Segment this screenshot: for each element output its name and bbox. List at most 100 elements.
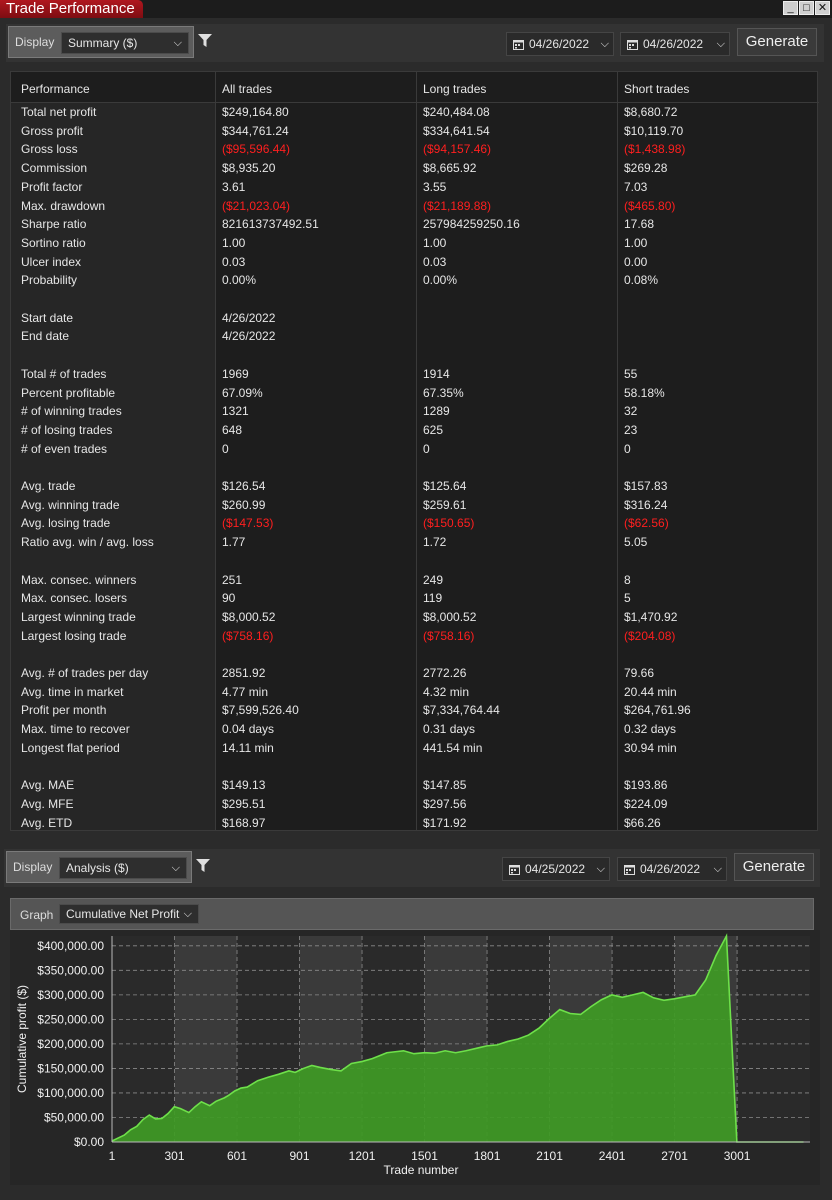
cell-long: ($94,157.46) [423, 142, 492, 157]
table-row: Avg. trade $126.54 $125.64 $157.83 [11, 477, 819, 495]
cell-short: 30.94 min [624, 740, 677, 755]
cell-long: ($758.16) [423, 628, 475, 643]
row-label: Profit factor [21, 179, 83, 194]
table-row [11, 458, 819, 476]
table-row: Ratio avg. win / avg. loss 1.77 1.72 5.05 [11, 533, 819, 551]
row-label: # of losing trades [21, 422, 113, 437]
generate-button[interactable]: Generate [734, 853, 814, 881]
filter-icon[interactable] [198, 34, 212, 48]
row-label: Ulcer index [21, 254, 82, 269]
cell-short: 23 [624, 422, 638, 437]
cell-all: 0.04 days [222, 722, 275, 737]
cell-long: 1914 [423, 366, 450, 381]
cell-short: ($204.08) [624, 628, 676, 643]
cell-short: 8 [624, 572, 631, 587]
window-title: Trade Performance [0, 0, 143, 18]
generate-button[interactable]: Generate [737, 28, 817, 56]
row-label: Max. consec. winners [21, 572, 137, 587]
chart-svg: $0.00 $50,000.00 $100,000.00 $150,000.00 $20… [15, 933, 810, 1177]
cell-long: 625 [423, 422, 444, 437]
cell-all: ($147.53) [222, 516, 274, 531]
table-row: Ulcer index 0.03 0.03 0.00 [11, 253, 819, 271]
x-tick-label: 2401 [599, 1149, 626, 1163]
chevron-down-icon: ⌵ [716, 38, 725, 50]
maximize-button[interactable]: □ [799, 1, 814, 15]
row-label: Avg. # of trades per day [21, 666, 149, 680]
table-row: Longest flat period 14.11 min 441.54 min 30… [11, 739, 819, 757]
table-row: Profit factor 3.61 3.55 7.03 [11, 178, 819, 196]
display-select[interactable]: Summary ($) ⌵ [61, 32, 189, 54]
close-button[interactable]: ✕ [815, 1, 830, 15]
table-row: # of losing trades 648 625 23 [11, 421, 819, 439]
y-tick-label: $350,000.00 [37, 963, 104, 977]
chevron-down-icon: ⌵ [596, 863, 605, 875]
x-tick-label: 301 [164, 1149, 184, 1163]
cell-short: 32 [624, 404, 638, 419]
row-label: Percent profitable [21, 385, 116, 400]
y-tick-label: $100,000.00 [37, 1086, 104, 1100]
cell-long: 257984259250.16 [423, 217, 520, 232]
cell-all: 1969 [222, 366, 249, 381]
cell-all: 1.00 [222, 235, 246, 250]
row-label: Sharpe ratio [21, 217, 87, 232]
cell-all: ($95,596.44) [222, 142, 291, 157]
cell-short: $224.09 [624, 796, 668, 811]
cell-all: 251 [222, 572, 243, 587]
date-to-picker[interactable]: 04/26/2022 ⌵ [620, 32, 730, 56]
date-to-picker[interactable]: 04/26/2022 ⌵ [617, 857, 727, 881]
cell-all: $260.99 [222, 497, 266, 512]
cell-all: 1.77 [222, 535, 246, 550]
cell-all: $126.54 [222, 479, 266, 493]
row-label: Avg. MAE [21, 778, 75, 793]
cell-short: $193.86 [624, 778, 668, 793]
table-header: Performance All trades Long trades Short… [11, 72, 819, 103]
table-row [11, 758, 819, 776]
cell-all: 90 [222, 591, 236, 606]
row-label: Avg. ETD [21, 815, 73, 830]
row-label: Largest losing trade [21, 628, 127, 643]
cell-long: $334,641.54 [423, 123, 490, 138]
cell-all: 4.77 min [222, 684, 269, 699]
table-row: Probability 0.00% 0.00% 0.08% [11, 271, 819, 289]
cell-long: $147.85 [423, 778, 467, 793]
graph-type-select[interactable]: Cumulative Net Profit ⌵ [59, 904, 199, 924]
cell-long: 441.54 min [423, 740, 483, 755]
table-row: Avg. # of trades per day 2851.92 2772.26 79… [11, 664, 819, 682]
cell-all: $8,000.52 [222, 609, 276, 624]
x-tick-label: 2701 [661, 1149, 688, 1163]
cell-all: $8,935.20 [222, 161, 276, 176]
cell-long: 2772.26 [423, 666, 467, 680]
minimize-button[interactable]: _ [783, 1, 798, 15]
cell-short: 1.00 [624, 235, 648, 250]
cell-short: $66.26 [624, 815, 661, 830]
cell-all: ($758.16) [222, 628, 274, 643]
cell-short: $157.83 [624, 479, 668, 493]
calendar-icon [513, 40, 524, 50]
y-tick-label: $300,000.00 [37, 988, 104, 1002]
date-from-picker[interactable]: 04/25/2022 ⌵ [502, 857, 610, 881]
row-label: Sortino ratio [21, 235, 86, 250]
col-header-performance: Performance [21, 82, 90, 96]
col-header-long: Long trades [423, 82, 487, 96]
cell-short: 55 [624, 366, 638, 381]
x-tick-label: 2101 [536, 1149, 563, 1163]
chevron-down-icon: ⌵ [171, 862, 180, 874]
table-row: Gross profit $344,761.24 $334,641.54 $10,11… [11, 122, 819, 140]
analysis-toolbar: Display Analysis ($) ⌵ 04/25/2022 ⌵ 04/2… [4, 849, 820, 887]
table-row: Avg. ETD $168.97 $171.92 $66.26 [11, 814, 819, 832]
display-select[interactable]: Analysis ($) ⌵ [59, 857, 187, 879]
table-row: Start date 4/26/2022 [11, 309, 819, 327]
cell-all: 648 [222, 422, 243, 437]
display-label: Display [13, 860, 53, 874]
filter-icon[interactable] [196, 859, 210, 873]
table-row: Largest losing trade ($758.16) ($758.16) ($… [11, 627, 819, 645]
cell-short: 5.05 [624, 535, 648, 550]
cell-short: 0 [624, 441, 631, 456]
cell-short: 0.08% [624, 273, 659, 288]
date-from-picker[interactable]: 04/26/2022 ⌵ [506, 32, 614, 56]
x-axis-label: Trade number [384, 1163, 459, 1177]
cell-long: ($150.65) [423, 516, 475, 531]
date-from-value: 04/26/2022 [529, 37, 590, 51]
table-row: Avg. MFE $295.51 $297.56 $224.09 [11, 795, 819, 813]
y-tick-label: $150,000.00 [37, 1061, 104, 1075]
